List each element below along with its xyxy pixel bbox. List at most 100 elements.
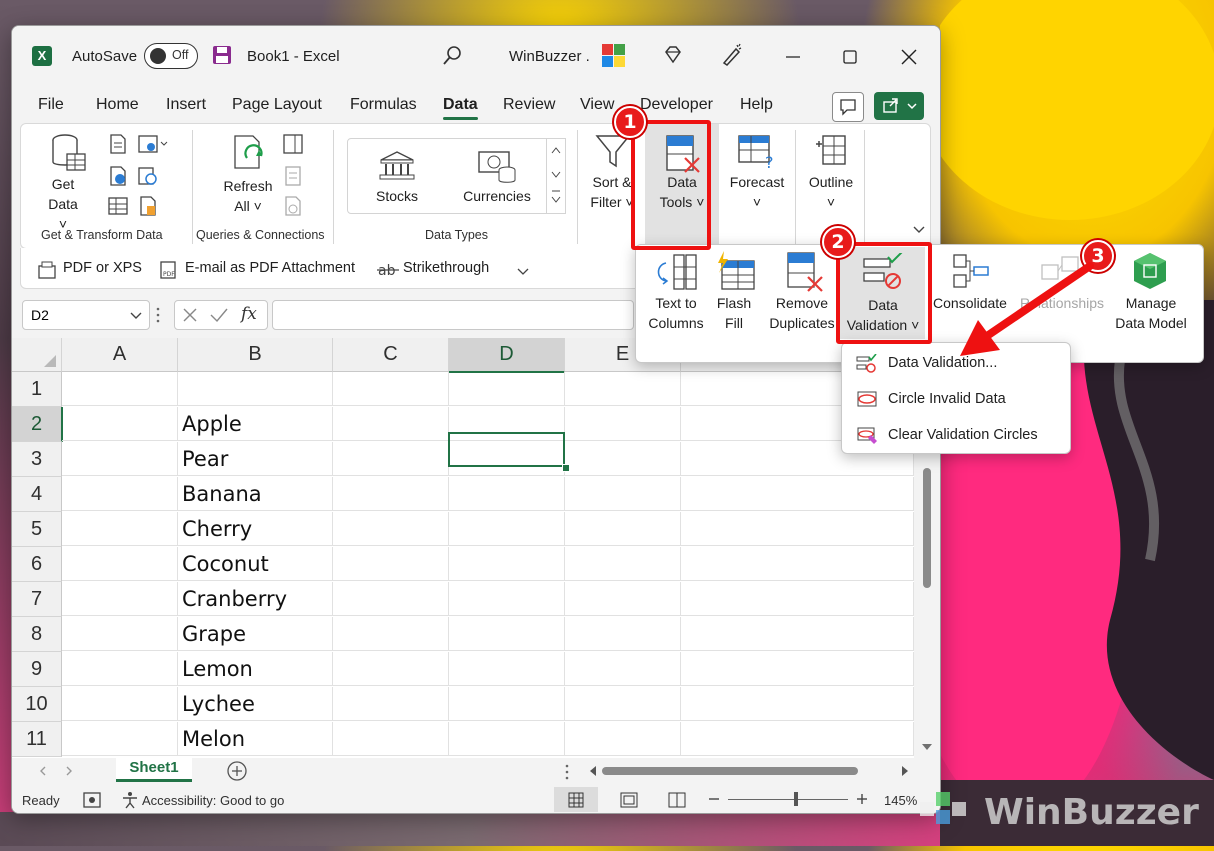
select-all-corner[interactable]	[12, 338, 62, 372]
cell-e7[interactable]	[565, 582, 681, 616]
row-header-3[interactable]: 3	[12, 442, 62, 477]
cell-c8[interactable]	[333, 617, 449, 651]
save-icon[interactable]	[212, 45, 232, 65]
macro-record-icon[interactable]	[82, 791, 102, 809]
row-header-2[interactable]: 2	[12, 407, 63, 442]
diamond-icon[interactable]	[662, 44, 684, 71]
cell-d10[interactable]	[449, 687, 565, 721]
cell-d4[interactable]	[449, 477, 565, 511]
name-box[interactable]: D2	[22, 300, 150, 330]
row-header-6[interactable]: 6	[12, 547, 62, 582]
cell-d1[interactable]	[449, 372, 565, 406]
cell-b10[interactable]: Lychee	[178, 687, 333, 721]
close-button[interactable]	[898, 46, 920, 68]
cell-d11[interactable]	[449, 722, 565, 756]
cell-d7[interactable]	[449, 582, 565, 616]
forecast-icon[interactable]: ?	[737, 134, 777, 175]
cell-c3[interactable]	[333, 442, 449, 476]
row-header-11[interactable]: 11	[12, 722, 62, 757]
row-header-7[interactable]: 7	[12, 582, 62, 617]
sheet-bar-options-icon[interactable]	[564, 763, 570, 781]
menu-item-circle-invalid[interactable]: Circle Invalid Data	[842, 381, 1070, 417]
get-data-button[interactable]: Get Data ˅	[43, 174, 83, 234]
tab-data[interactable]: Data	[443, 96, 478, 120]
row-header-10[interactable]: 10	[12, 687, 62, 722]
queries-pane-icon[interactable]	[283, 134, 303, 159]
column-header-a[interactable]: A	[62, 338, 178, 372]
row-header-8[interactable]: 8	[12, 617, 62, 652]
recent-clock-icon[interactable]	[138, 166, 158, 191]
cell-f9[interactable]	[681, 652, 914, 686]
cell-c7[interactable]	[333, 582, 449, 616]
cell-f4[interactable]	[681, 477, 914, 511]
formula-input[interactable]	[272, 300, 634, 330]
cell-b1[interactable]	[178, 372, 333, 406]
manage-data-model-button[interactable]: Manage Data Model	[1108, 293, 1194, 333]
remove-duplicates-button[interactable]: Remove Duplicates	[762, 293, 842, 333]
cell-e2[interactable]	[565, 407, 681, 441]
text-to-columns-button[interactable]: Text to Columns	[640, 293, 712, 333]
outline-button[interactable]: Outline ˅	[801, 172, 861, 212]
cell-d5[interactable]	[449, 512, 565, 546]
cell-c1[interactable]	[333, 372, 449, 406]
flash-fill-button[interactable]: Flash Fill	[708, 293, 760, 333]
cancel-icon[interactable]	[181, 306, 199, 324]
cell-b5[interactable]: Cherry	[178, 512, 333, 546]
strikethrough-button[interactable]: Strikethrough	[403, 260, 489, 276]
menu-item-clear-circles[interactable]: Clear Validation Circles	[842, 417, 1070, 453]
cell-b8[interactable]: Grape	[178, 617, 333, 651]
zoom-level[interactable]: 145%	[884, 793, 917, 808]
selected-cell-d2[interactable]	[448, 432, 565, 467]
cell-e8[interactable]	[565, 617, 681, 651]
cell-d6[interactable]	[449, 547, 565, 581]
cell-e3[interactable]	[565, 442, 681, 476]
row-header-1[interactable]: 1	[12, 372, 62, 407]
minimize-button[interactable]	[782, 46, 804, 68]
sheet-tab-sheet1[interactable]: Sheet1	[116, 758, 192, 782]
row-header-5[interactable]: 5	[12, 512, 62, 547]
row-header-4[interactable]: 4	[12, 477, 62, 512]
customize-qat-icon[interactable]	[517, 264, 529, 282]
gallery-scroll[interactable]	[546, 138, 566, 214]
outline-icon[interactable]	[813, 134, 849, 175]
cell-c9[interactable]	[333, 652, 449, 686]
cell-f6[interactable]	[681, 547, 914, 581]
row-header-9[interactable]: 9	[12, 652, 62, 687]
from-table-icon[interactable]	[108, 196, 128, 221]
cell-a9[interactable]	[62, 652, 178, 686]
cell-c5[interactable]	[333, 512, 449, 546]
share-button[interactable]	[874, 92, 924, 120]
cell-a4[interactable]	[62, 477, 178, 511]
normal-view-button[interactable]	[554, 787, 598, 812]
tab-formulas[interactable]: Formulas	[350, 96, 417, 114]
cell-a6[interactable]	[62, 547, 178, 581]
enter-icon[interactable]	[209, 306, 229, 324]
cell-b9[interactable]: Lemon	[178, 652, 333, 686]
cell-e5[interactable]	[565, 512, 681, 546]
cell-e6[interactable]	[565, 547, 681, 581]
cell-e11[interactable]	[565, 722, 681, 756]
cell-f8[interactable]	[681, 617, 914, 651]
cell-b6[interactable]: Coconut	[178, 547, 333, 581]
cell-b3[interactable]: Pear	[178, 442, 333, 476]
cell-c11[interactable]	[333, 722, 449, 756]
cell-f5[interactable]	[681, 512, 914, 546]
collapse-ribbon-icon[interactable]	[912, 222, 926, 240]
page-break-view-icon[interactable]	[668, 792, 686, 808]
tab-view[interactable]: View	[580, 96, 614, 114]
tab-developer[interactable]: Developer	[640, 96, 713, 114]
add-sheet-icon[interactable]	[226, 760, 248, 782]
cell-f11[interactable]	[681, 722, 914, 756]
page-layout-view-icon[interactable]	[620, 792, 638, 808]
column-header-d[interactable]: D	[449, 338, 565, 373]
cell-a2[interactable]	[62, 407, 178, 441]
database-icon[interactable]	[51, 134, 87, 177]
column-header-b[interactable]: B	[178, 338, 333, 372]
cell-b4[interactable]: Banana	[178, 477, 333, 511]
cell-b7[interactable]: Cranberry	[178, 582, 333, 616]
tab-home[interactable]: Home	[96, 96, 139, 114]
cell-a10[interactable]	[62, 687, 178, 721]
maximize-button[interactable]	[839, 46, 861, 68]
cell-b2[interactable]: Apple	[178, 407, 333, 441]
column-header-c[interactable]: C	[333, 338, 449, 372]
